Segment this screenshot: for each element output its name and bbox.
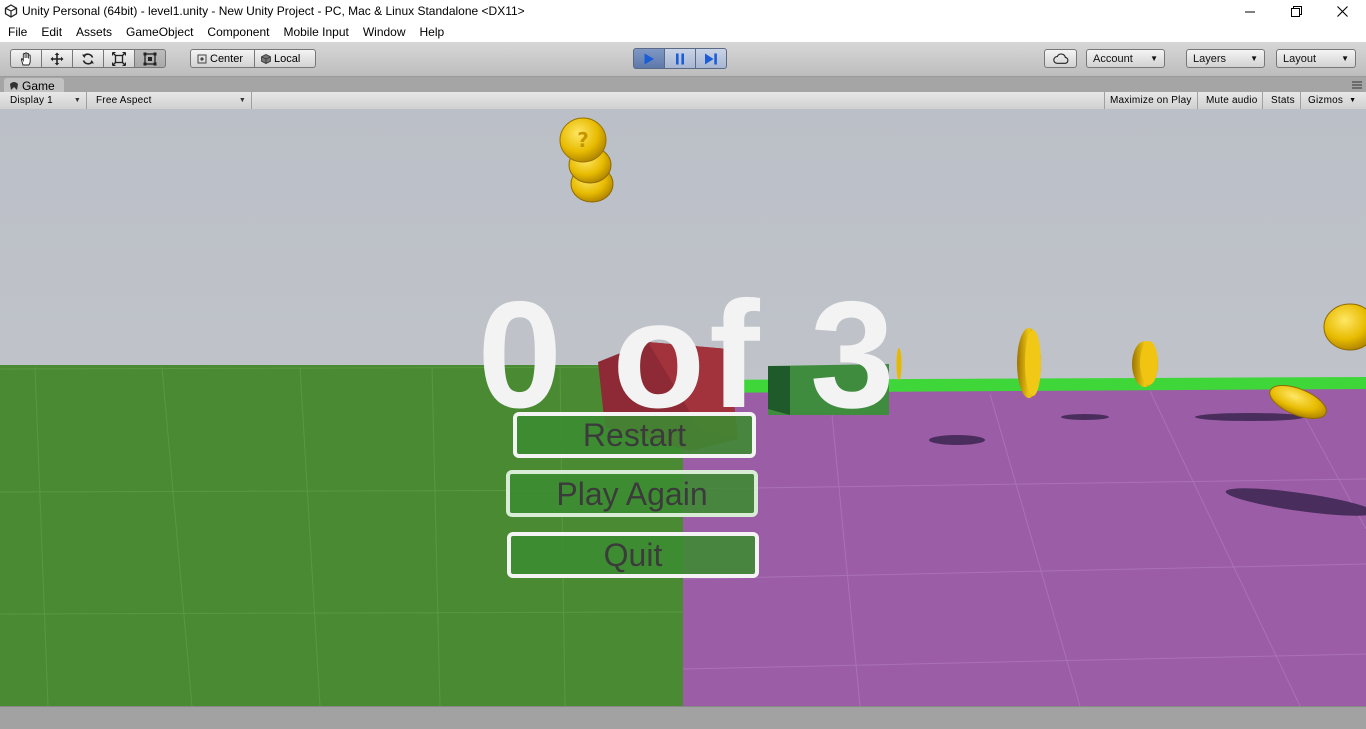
local-cube-icon	[261, 53, 271, 64]
svg-text:?: ?	[577, 128, 589, 152]
account-dropdown[interactable]: Account ▼	[1086, 49, 1165, 68]
transform-tools	[10, 49, 166, 68]
display-dropdown[interactable]: Display 1 ▼	[5, 92, 87, 109]
pivot-local-label: Local	[274, 52, 301, 65]
play-again-label: Play Again	[556, 475, 708, 512]
layers-label: Layers	[1193, 52, 1227, 65]
pause-button[interactable]	[664, 48, 696, 69]
pause-icon	[676, 53, 684, 64]
move-tool-button[interactable]	[41, 49, 73, 68]
tab-game-label: Game	[22, 78, 55, 93]
rect-tool-button[interactable]	[134, 49, 166, 68]
close-icon	[1336, 6, 1348, 17]
menu-bar: File Edit Assets GameObject Component Mo…	[0, 23, 1366, 42]
mute-audio-label: Mute audio	[1206, 95, 1258, 106]
layout-dropdown[interactable]: Layout ▼	[1276, 49, 1356, 68]
pivot-controls: Center Local	[190, 49, 316, 68]
stats-label: Stats	[1271, 95, 1295, 106]
mute-audio-toggle[interactable]: Mute audio	[1201, 92, 1264, 109]
menu-gameobject[interactable]: GameObject	[119, 23, 200, 42]
rect-tool-icon	[143, 52, 157, 65]
game-view-toolbar: Display 1 ▼ Free Aspect ▼ Maximize on Pl…	[0, 92, 1366, 110]
menu-mobile-input[interactable]: Mobile Input	[276, 23, 355, 42]
game-tab-strip: Game	[0, 77, 1366, 93]
tab-game[interactable]: Game	[4, 78, 64, 93]
scale-tool-icon	[112, 51, 126, 66]
menu-file[interactable]: File	[0, 23, 34, 42]
stats-toggle[interactable]: Stats	[1266, 92, 1301, 109]
step-button[interactable]	[695, 48, 727, 69]
chevron-down-icon: ▼	[73, 97, 81, 104]
layers-dropdown[interactable]: Layers ▼	[1186, 49, 1265, 68]
status-bar	[0, 706, 1366, 729]
scale-tool-button[interactable]	[103, 49, 135, 68]
menu-assets[interactable]: Assets	[69, 23, 119, 42]
restart-label: Restart	[582, 417, 687, 453]
chevron-down-icon: ▼	[1341, 54, 1349, 63]
playmode-controls	[633, 48, 727, 69]
quit-label: Quit	[603, 537, 663, 573]
unity-logo-icon	[4, 4, 18, 18]
gizmos-label: Gizmos	[1308, 95, 1344, 106]
rotate-tool-icon	[82, 52, 94, 65]
aspect-label: Free Aspect	[96, 95, 152, 106]
menu-edit[interactable]: Edit	[34, 23, 69, 42]
hand-tool-icon	[20, 51, 31, 65]
pivot-center-icon	[197, 54, 207, 63]
title-bar: Unity Personal (64bit) - level1.unity - …	[0, 0, 1366, 23]
move-tool-icon	[50, 52, 64, 65]
pivot-center-toggle[interactable]: Center	[190, 49, 255, 68]
menu-window[interactable]: Window	[356, 23, 413, 42]
game-viewport[interactable]: ? 0 of 3 Restart Play Again Quit	[0, 109, 1366, 706]
menu-help[interactable]: Help	[413, 23, 452, 42]
restart-button[interactable]: Restart	[513, 412, 756, 458]
maximize-on-play-label: Maximize on Play	[1110, 95, 1192, 106]
collab-cloud-button[interactable]	[1044, 49, 1077, 68]
minimize-button[interactable]	[1227, 0, 1273, 23]
restore-icon	[1290, 6, 1302, 17]
pivot-local-toggle[interactable]: Local	[254, 49, 316, 68]
panel-menu-icon[interactable]	[1352, 81, 1362, 89]
minimize-icon	[1245, 11, 1255, 12]
play-again-button[interactable]: Play Again	[506, 470, 758, 517]
restore-button[interactable]	[1273, 0, 1319, 23]
hand-tool-button[interactable]	[10, 49, 42, 68]
play-icon	[644, 53, 654, 64]
chevron-down-icon: ▼	[1150, 54, 1158, 63]
display-label: Display 1	[10, 95, 53, 106]
quit-button[interactable]: Quit	[507, 532, 759, 578]
step-icon	[705, 53, 717, 64]
window-title: Unity Personal (64bit) - level1.unity - …	[22, 4, 525, 18]
gizmos-toggle[interactable]: Gizmos ▼	[1303, 92, 1358, 109]
rotate-tool-button[interactable]	[72, 49, 104, 68]
close-button[interactable]	[1319, 0, 1365, 23]
chevron-down-icon: ▼	[1349, 97, 1357, 104]
aspect-dropdown[interactable]: Free Aspect ▼	[91, 92, 252, 109]
account-label: Account	[1093, 52, 1133, 65]
menu-component[interactable]: Component	[200, 23, 276, 42]
play-button[interactable]	[633, 48, 665, 69]
pivot-center-label: Center	[210, 52, 244, 65]
layout-label: Layout	[1283, 52, 1317, 65]
cloud-icon	[1052, 53, 1068, 64]
chevron-down-icon: ▼	[238, 97, 246, 104]
coin-score-text: 0 of 3	[477, 270, 899, 440]
game-controller-icon	[10, 81, 18, 90]
chevron-down-icon: ▼	[1250, 54, 1258, 63]
maximize-on-play-toggle[interactable]: Maximize on Play	[1104, 92, 1198, 109]
